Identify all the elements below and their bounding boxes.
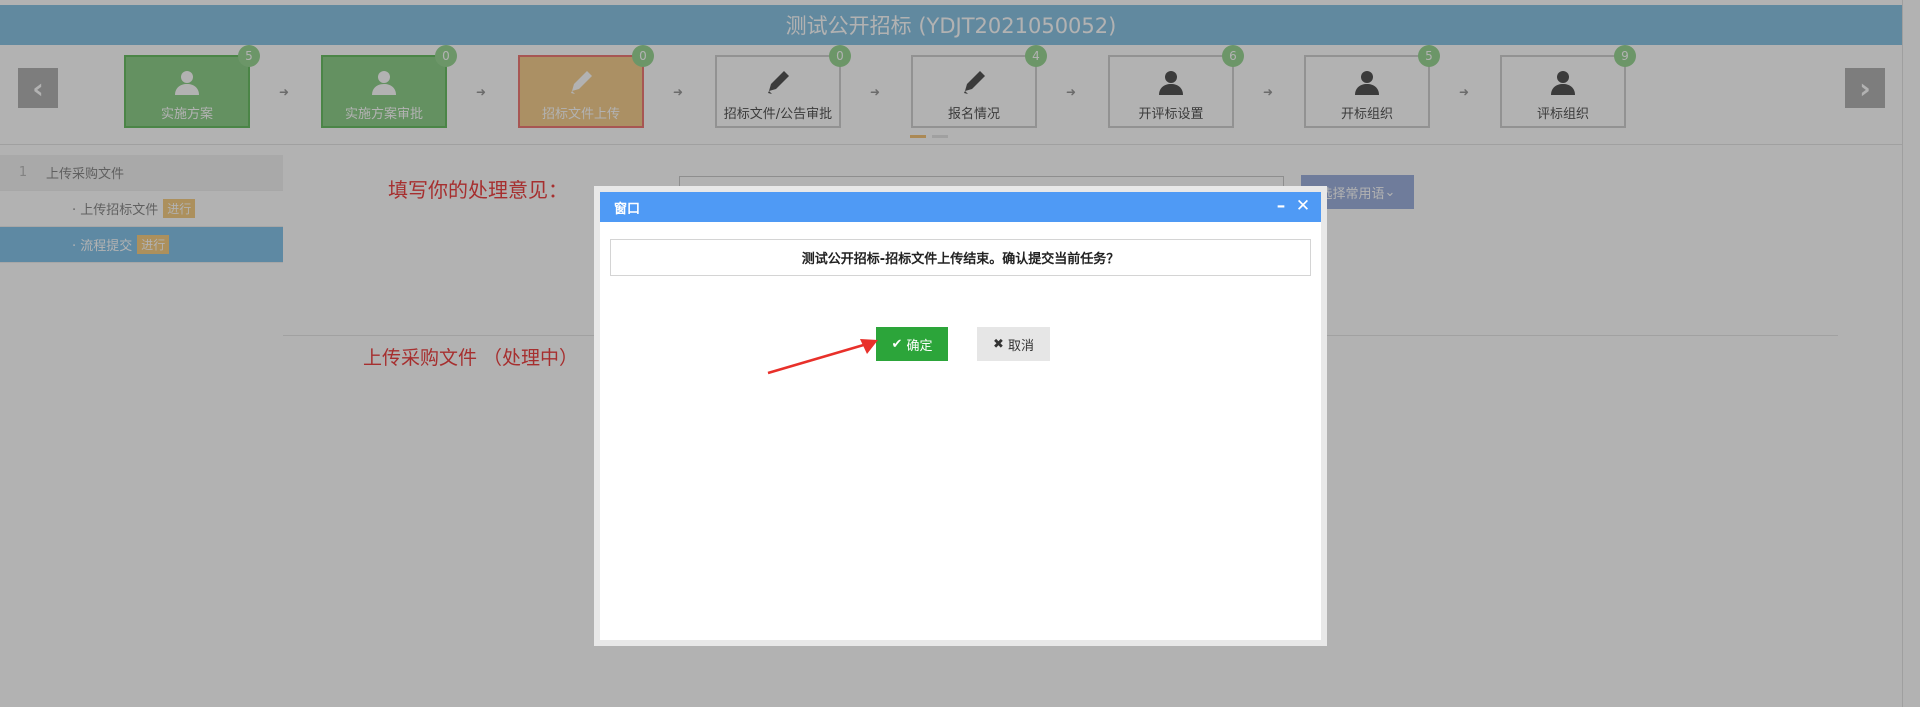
close-icon[interactable]: ✕: [1295, 198, 1311, 215]
confirm-dialog: 窗口 – ✕ 测试公开招标-招标文件上传结束。确认提交当前任务？ ✔ 确定 ✖ …: [594, 186, 1327, 646]
minimize-icon[interactable]: –: [1273, 198, 1289, 215]
cancel-button[interactable]: ✖ 取消: [977, 327, 1050, 361]
dialog-title: 窗口: [614, 201, 641, 217]
dialog-message: 测试公开招标-招标文件上传结束。确认提交当前任务？: [610, 239, 1311, 276]
cancel-label: 取消: [1007, 338, 1034, 354]
close-x-icon: ✖: [993, 336, 1004, 352]
dialog-header: 窗口 – ✕: [600, 192, 1321, 222]
check-icon: ✔: [891, 336, 903, 352]
confirm-button[interactable]: ✔ 确定: [876, 327, 948, 361]
confirm-label: 确定: [906, 338, 933, 354]
annotation-arrow-icon: [767, 339, 878, 375]
